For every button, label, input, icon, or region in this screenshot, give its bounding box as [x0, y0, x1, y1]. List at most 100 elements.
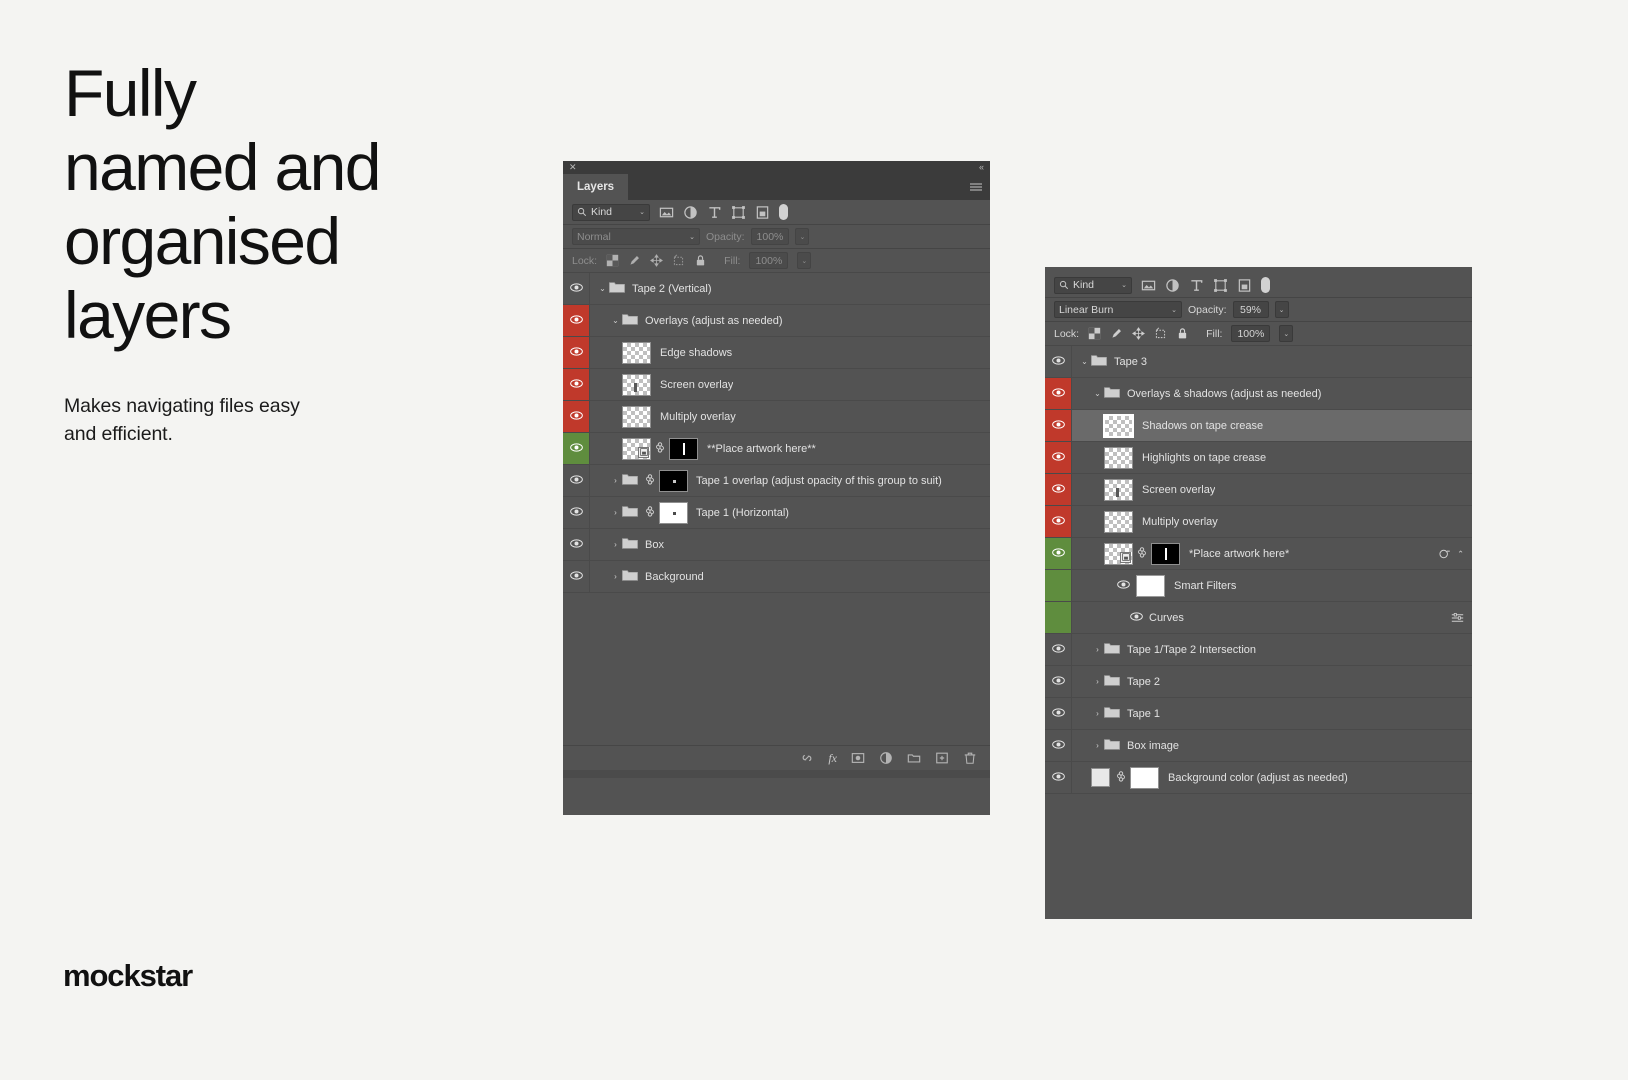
eye-icon[interactable] [1051, 419, 1065, 432]
smart-object-filter-icon[interactable] [1237, 278, 1252, 293]
eye-icon[interactable] [1051, 355, 1065, 368]
eye-icon[interactable] [1051, 707, 1065, 720]
layer-row-body[interactable]: Background color (adjust as needed) [1072, 762, 1472, 793]
layer-visibility-toggle[interactable] [1045, 378, 1072, 409]
fill-stepper-icon[interactable]: ⌄ [797, 252, 812, 269]
layer-row[interactable]: *Place artwork here* ⌃ [1045, 538, 1472, 570]
new-group-icon[interactable] [907, 751, 921, 765]
lock-transparent-pixels-icon[interactable] [1088, 327, 1101, 340]
new-adjustment-layer-icon[interactable] [879, 751, 893, 765]
smart-object-thumbnail[interactable] [1104, 542, 1133, 565]
layer-row[interactable]: › Tape 1 [1045, 698, 1472, 730]
layer-row-body[interactable]: Edge shadows [590, 337, 990, 368]
lock-artboard-nesting-icon[interactable] [672, 254, 685, 267]
layer-row-body[interactable]: ⌄ Tape 2 (Vertical) [590, 273, 990, 304]
layer-row-body[interactable]: › Tape 1 overlap (adjust opacity of this … [590, 465, 990, 496]
layer-row[interactable]: Screen overlay [1045, 474, 1472, 506]
layer-row-body[interactable]: Screen overlay [590, 369, 990, 400]
chevron-up-icon[interactable]: ⌃ [1457, 549, 1464, 558]
layer-visibility-toggle[interactable] [1045, 410, 1072, 441]
fill-input[interactable]: 100% [1231, 325, 1271, 342]
collapse-panel-icon[interactable]: « [979, 163, 984, 172]
chevron-down-icon[interactable]: ⌄ [1078, 357, 1091, 366]
chevron-right-icon[interactable]: › [609, 508, 622, 517]
layer-row-body[interactable]: Shadows on tape crease [1072, 410, 1472, 441]
lock-all-icon[interactable] [1176, 327, 1189, 340]
layer-row-body[interactable]: › Tape 1/Tape 2 Intersection [1072, 634, 1472, 665]
eye-icon[interactable] [1051, 739, 1065, 752]
layer-list-left[interactable]: ⌄ Tape 2 (Vertical) ⌄ Overlays (adjust as n… [563, 273, 990, 745]
opacity-stepper-icon[interactable]: ⌄ [1274, 301, 1289, 318]
type-layer-filter-icon[interactable] [1189, 278, 1204, 293]
add-layer-mask-icon[interactable] [851, 751, 865, 765]
layer-style-fx-icon[interactable]: fx [828, 751, 837, 766]
layer-visibility-toggle[interactable] [1045, 346, 1072, 377]
panel-menu-icon[interactable] [970, 182, 982, 193]
layer-row[interactable]: › Background [563, 561, 990, 593]
layer-visibility-toggle[interactable] [563, 497, 590, 528]
layer-row[interactable]: › Tape 2 [1045, 666, 1472, 698]
chevron-right-icon[interactable]: › [1091, 645, 1104, 654]
layer-row-body[interactable]: › Box image [1072, 730, 1472, 761]
layer-mask-thumbnail[interactable] [1151, 542, 1180, 565]
layer-row-body[interactable]: Smart Filters [1072, 570, 1472, 601]
layer-row[interactable]: Shadows on tape crease [1045, 410, 1472, 442]
layer-row-body[interactable]: Highlights on tape crease [1072, 442, 1472, 473]
mask-link-icon[interactable] [1116, 770, 1126, 786]
layer-row-body[interactable]: › Tape 1 [1072, 698, 1472, 729]
adjustment-layer-filter-icon[interactable] [683, 205, 698, 220]
lock-position-icon[interactable] [1132, 327, 1146, 340]
chevron-down-icon[interactable]: ⌄ [1091, 389, 1104, 398]
link-layers-icon[interactable] [800, 751, 814, 765]
layer-thumbnail[interactable] [622, 373, 651, 396]
eye-icon[interactable] [1051, 483, 1065, 496]
layer-visibility-toggle[interactable] [1045, 570, 1072, 601]
layer-row[interactable]: Highlights on tape crease [1045, 442, 1472, 474]
pixel-layer-filter-icon[interactable] [1141, 278, 1156, 293]
chevron-down-icon[interactable]: ⌄ [596, 284, 609, 293]
layer-visibility-toggle[interactable] [1045, 730, 1072, 761]
lock-position-icon[interactable] [650, 254, 664, 267]
eye-icon[interactable] [1051, 451, 1065, 464]
eye-icon[interactable] [1051, 387, 1065, 400]
layer-visibility-toggle[interactable] [563, 433, 590, 464]
layer-row-body[interactable]: ⌄ Overlays & shadows (adjust as needed) [1072, 378, 1472, 409]
layer-visibility-toggle[interactable] [563, 273, 590, 304]
layer-mask-thumbnail[interactable] [669, 437, 698, 460]
fill-stepper-icon[interactable]: ⌄ [1279, 325, 1294, 342]
layer-row-body[interactable]: › Tape 2 [1072, 666, 1472, 697]
layer-row-body[interactable]: › Box [590, 529, 990, 560]
filter-kind-select[interactable]: Kind ⌄ [572, 203, 650, 221]
close-icon[interactable]: ✕ [569, 163, 577, 172]
layer-visibility-toggle[interactable] [1045, 666, 1072, 697]
layer-row-body[interactable]: Multiply overlay [590, 401, 990, 432]
layer-row[interactable]: Multiply overlay [1045, 506, 1472, 538]
layer-mask-thumbnail[interactable] [659, 469, 688, 492]
chevron-right-icon[interactable]: › [1091, 677, 1104, 686]
smart-filters-visibility-icon[interactable] [1117, 579, 1130, 592]
layer-visibility-toggle[interactable] [563, 369, 590, 400]
eye-icon[interactable] [569, 346, 583, 359]
layer-visibility-toggle[interactable] [1045, 602, 1072, 633]
mask-link-icon[interactable] [645, 505, 655, 521]
smart-object-filter-icon[interactable] [755, 205, 770, 220]
layer-row-body[interactable]: Screen overlay [1072, 474, 1472, 505]
filter-toggle-switch[interactable] [1261, 277, 1270, 293]
eye-icon[interactable] [569, 538, 583, 551]
layer-row-body[interactable]: Multiply overlay [1072, 506, 1472, 537]
layer-row[interactable]: Background color (adjust as needed) [1045, 762, 1472, 794]
new-layer-icon[interactable] [935, 751, 949, 765]
eye-icon[interactable] [1051, 675, 1065, 688]
solid-color-thumbnail[interactable] [1091, 768, 1110, 787]
layer-row[interactable]: ⌄ Overlays & shadows (adjust as needed) [1045, 378, 1472, 410]
layer-thumbnail[interactable] [622, 405, 651, 428]
layer-row[interactable]: › Tape 1 (Horizontal) [563, 497, 990, 529]
filter-toggle-switch[interactable] [779, 204, 788, 220]
layer-row[interactable]: Screen overlay [563, 369, 990, 401]
chevron-down-icon[interactable]: ⌄ [609, 316, 622, 325]
layer-row[interactable]: ⌄ Overlays (adjust as needed) [563, 305, 990, 337]
mask-link-icon[interactable] [645, 473, 655, 489]
layer-row-body[interactable]: **Place artwork here** [590, 433, 990, 464]
layer-row[interactable]: **Place artwork here** [563, 433, 990, 465]
lock-all-icon[interactable] [694, 254, 707, 267]
